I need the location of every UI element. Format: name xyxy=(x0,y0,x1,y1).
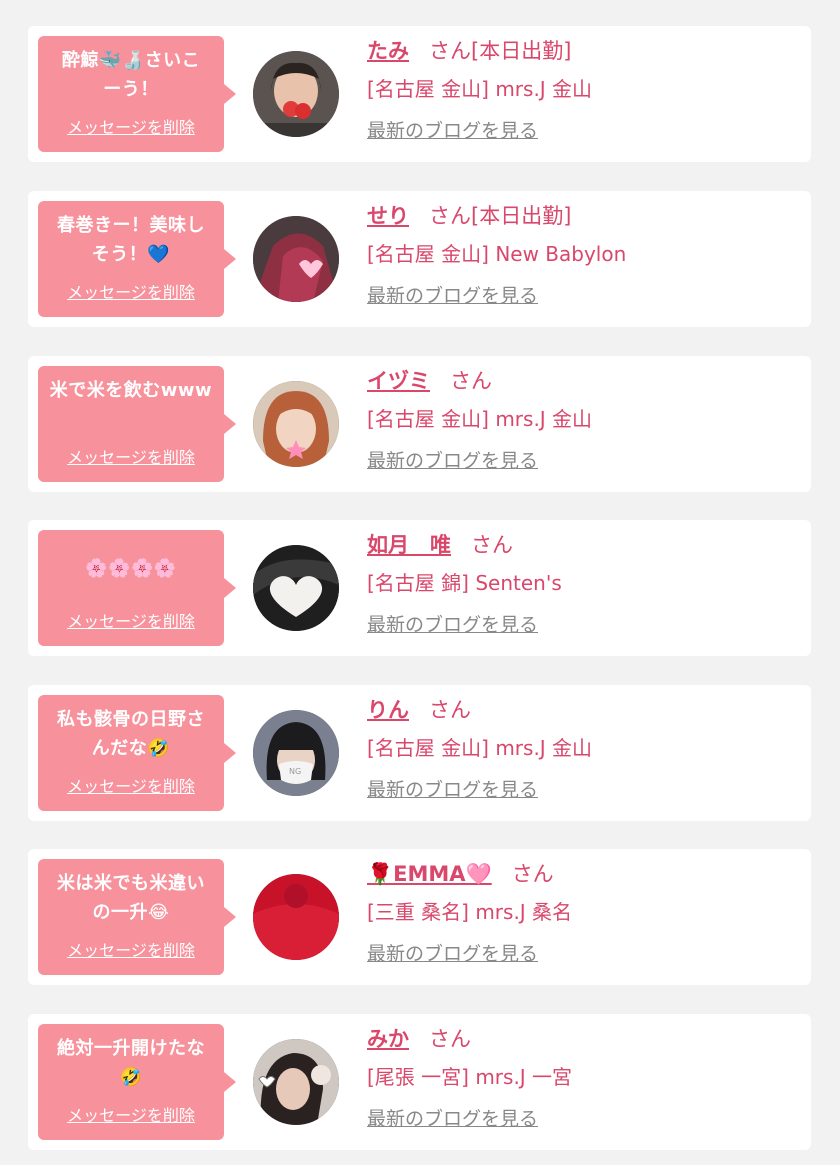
cast-name-link[interactable]: せり xyxy=(367,204,409,228)
name-line: りん さん xyxy=(367,693,801,727)
profile-photo-icon[interactable] xyxy=(253,381,339,467)
message-text: 🌸🌸🌸🌸 xyxy=(85,558,177,579)
message-bubble: 私も骸骨の日野さ んだな🤣 メッセージを削除 xyxy=(38,695,236,811)
delete-message-link[interactable]: メッセージを削除 xyxy=(38,114,224,138)
name-line: 🌹EMMA🩷 さん xyxy=(367,857,801,891)
store-name: [名古屋 錦] Senten's xyxy=(367,571,562,595)
store-name: [三重 桑名] mrs.J 桑名 xyxy=(367,900,573,924)
store-name: [名古屋 金山] New Babylon xyxy=(367,242,627,266)
message-bubble: 絶対一升開けたな 🤣 メッセージを削除 xyxy=(38,1024,236,1140)
honorific: さん xyxy=(429,1027,471,1051)
cast-name-link[interactable]: みか xyxy=(367,1027,409,1051)
list-item: 🌸🌸🌸🌸 メッセージを削除 如月 唯さん [名古屋 錦] Senten's 最新… xyxy=(28,520,811,656)
name-line: せり さん[本日出勤] xyxy=(367,199,801,233)
delete-message-link[interactable]: メッセージを削除 xyxy=(38,1102,224,1126)
message-text: 絶対一升開けたな 🤣 xyxy=(57,1038,205,1088)
store-name: [名古屋 金山] mrs.J 金山 xyxy=(367,407,593,431)
latest-blog-link[interactable]: 最新のブログを見る xyxy=(367,608,538,642)
list-item: 米は米でも米違い の一升😂 メッセージを削除 🌹EMMA🩷 さん [三重 桑名] … xyxy=(28,849,811,985)
latest-blog-link[interactable]: 最新のブログを見る xyxy=(367,1102,538,1136)
delete-message-link[interactable]: メッセージを削除 xyxy=(38,279,224,303)
message-text: 米で米を飲むwww xyxy=(49,380,213,401)
message-text: 私も骸骨の日野さ んだな🤣 xyxy=(57,709,205,759)
message-bubble: 米は米でも米違い の一升😂 メッセージを削除 xyxy=(38,859,236,975)
cast-name-link[interactable]: 如月 唯 xyxy=(367,533,451,557)
name-line: みか さん xyxy=(367,1022,801,1056)
cast-name-link[interactable]: イヅミ xyxy=(367,369,430,393)
profile-photo-icon[interactable] xyxy=(253,51,339,137)
honorific: さん xyxy=(429,698,471,722)
cast-name-link[interactable]: たみ xyxy=(367,39,409,63)
message-text: 米は米でも米違い の一升😂 xyxy=(57,873,205,923)
profile-photo-icon[interactable] xyxy=(253,216,339,302)
message-text: 春巻きー！美味し そう！💙 xyxy=(57,215,205,265)
honorific: さん xyxy=(429,204,471,228)
honorific: さん xyxy=(471,533,513,557)
message-text: 酔鯨🐳🍶さいこ ーう！ xyxy=(61,50,201,100)
latest-blog-link[interactable]: 最新のブログを見る xyxy=(367,444,538,478)
list-item: 絶対一升開けたな 🤣 メッセージを削除 みか さん [尾張 一宮] mrs.J 一… xyxy=(28,1014,811,1150)
latest-blog-link[interactable]: 最新のブログを見る xyxy=(367,114,538,148)
honorific: さん xyxy=(450,369,492,393)
store-name: [名古屋 金山] mrs.J 金山 xyxy=(367,77,593,101)
message-bubble: 春巻きー！美味し そう！💙 メッセージを削除 xyxy=(38,201,236,317)
profile-photo-icon[interactable]: NG xyxy=(253,710,339,796)
attendance-status: [本日出勤] xyxy=(471,39,572,63)
cast-name-link[interactable]: 🌹EMMA🩷 xyxy=(367,862,492,886)
list-item: 春巻きー！美味し そう！💙 メッセージを削除 せり さん[本日出勤] [名古屋 金… xyxy=(28,191,811,327)
list-item: 私も骸骨の日野さ んだな🤣 メッセージを削除 NG りん さん [名古屋 金山] … xyxy=(28,685,811,821)
latest-blog-link[interactable]: 最新のブログを見る xyxy=(367,937,538,971)
svg-text:NG: NG xyxy=(289,767,301,776)
delete-message-link[interactable]: メッセージを削除 xyxy=(38,773,224,797)
latest-blog-link[interactable]: 最新のブログを見る xyxy=(367,773,538,807)
delete-message-link[interactable]: メッセージを削除 xyxy=(38,608,224,632)
attendance-status: [本日出勤] xyxy=(471,204,572,228)
name-line: たみ さん[本日出勤] xyxy=(367,34,801,68)
name-line: イヅミ さん xyxy=(367,364,801,398)
honorific: さん xyxy=(511,862,554,886)
profile-photo-icon[interactable] xyxy=(253,545,339,631)
delete-message-link[interactable]: メッセージを削除 xyxy=(38,937,224,961)
honorific: さん xyxy=(429,39,471,63)
profile-photo-icon[interactable] xyxy=(253,1039,339,1125)
message-bubble: 米で米を飲むwww メッセージを削除 xyxy=(38,366,236,482)
cast-name-link[interactable]: りん xyxy=(367,698,409,722)
list-item: 米で米を飲むwww メッセージを削除 イヅミ さん [名古屋 金山] mrs.J … xyxy=(28,356,811,492)
delete-message-link[interactable]: メッセージを削除 xyxy=(38,444,224,468)
message-list: 酔鯨🐳🍶さいこ ーう！ メッセージを削除 たみ さん[本日出勤] [名古屋 金山]… xyxy=(0,0,840,1165)
store-name: [名古屋 金山] mrs.J 金山 xyxy=(367,736,593,760)
name-line: 如月 唯さん xyxy=(367,528,801,562)
message-bubble: 🌸🌸🌸🌸 メッセージを削除 xyxy=(38,530,236,646)
profile-photo-icon[interactable] xyxy=(253,874,339,960)
message-bubble: 酔鯨🐳🍶さいこ ーう！ メッセージを削除 xyxy=(38,36,236,152)
list-item: 酔鯨🐳🍶さいこ ーう！ メッセージを削除 たみ さん[本日出勤] [名古屋 金山]… xyxy=(28,26,811,162)
latest-blog-link[interactable]: 最新のブログを見る xyxy=(367,279,538,313)
store-name: [尾張 一宮] mrs.J 一宮 xyxy=(367,1065,573,1089)
